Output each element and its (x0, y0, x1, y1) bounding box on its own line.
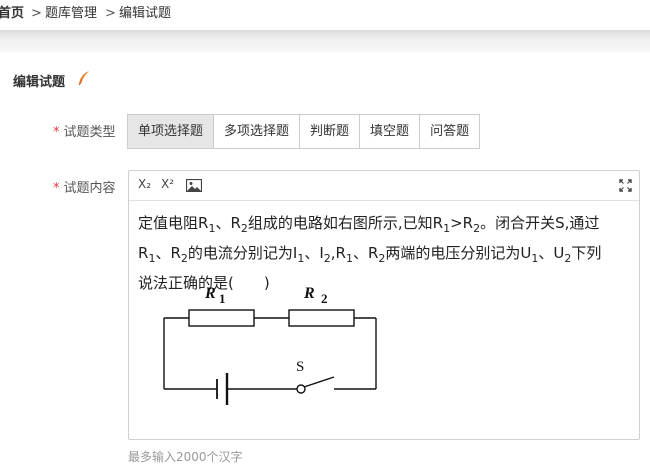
r1-subscript: 1 (219, 291, 226, 306)
main-content: 编辑试题 * 试题类型 单项选择题 多项选择题 判断题 填空题 问答题 * 试题内容… (0, 52, 650, 465)
question-type-label: * 试题类型 (53, 125, 116, 140)
header-shadow (0, 30, 650, 52)
breadcrumb-separator: > (105, 6, 116, 21)
tab-essay[interactable]: 问答题 (420, 115, 480, 148)
fullscreen-icon[interactable] (619, 179, 632, 192)
editor-toolbar: X₂ X² (129, 171, 639, 201)
question-content-label: * 试题内容 (53, 181, 116, 196)
r1-label: R (204, 287, 216, 302)
breadcrumb-home[interactable]: 首页 (0, 0, 24, 28)
superscript-button[interactable]: X² (161, 177, 174, 191)
insert-image-icon[interactable] (186, 179, 202, 192)
tab-fill-blank[interactable]: 填空题 (360, 115, 421, 148)
required-mark: * (53, 125, 60, 140)
question-line-1: 定值电阻R1、R2组成的电路如右图所示,已知R1>R2。闭合开关S,通过 (138, 214, 600, 235)
switch-label: S (296, 359, 304, 375)
circuit-diagram: R 1 R 2 S (163, 287, 377, 405)
question-text[interactable]: 定值电阻R1、R2组成的电路如右图所示,已知R1>R2。闭合开关S,通过 R1、… (138, 211, 633, 295)
resistor-r1 (188, 309, 255, 327)
r2-subscript: 2 (321, 291, 328, 306)
question-type-tabs: 单项选择题 多项选择题 判断题 填空题 问答题 (127, 114, 481, 149)
r2-label: R (303, 287, 315, 302)
breadcrumb-question-bank[interactable]: 题库管理 (45, 0, 97, 28)
edit-feather-icon (78, 71, 89, 86)
resistor-r2 (288, 309, 355, 327)
tab-multiple-choice[interactable]: 多项选择题 (214, 115, 301, 148)
question-editor[interactable]: X₂ X² 定值电阻R1、R2组成的电路如右图所示,已知R1>R2。闭合开关S,… (128, 170, 640, 440)
switch-pivot (296, 384, 306, 394)
required-mark: * (53, 181, 60, 196)
section-title: 编辑试题 (13, 75, 66, 90)
tab-single-choice[interactable]: 单项选择题 (128, 115, 215, 148)
input-hint: 最多输入2000个汉字 (128, 450, 243, 464)
switch-lever (303, 376, 335, 388)
breadcrumb-separator: > (31, 6, 42, 21)
subscript-button[interactable]: X₂ (138, 177, 151, 191)
breadcrumb: 首页 > 题库管理 > 编辑试题 (0, 0, 650, 30)
breadcrumb-current: 编辑试题 (119, 6, 172, 21)
tab-true-false[interactable]: 判断题 (300, 115, 361, 148)
question-line-2: R1、R2的电流分别记为I1、I2,R1、R2两端的电压分别记为U1、U2下列 (138, 244, 602, 265)
